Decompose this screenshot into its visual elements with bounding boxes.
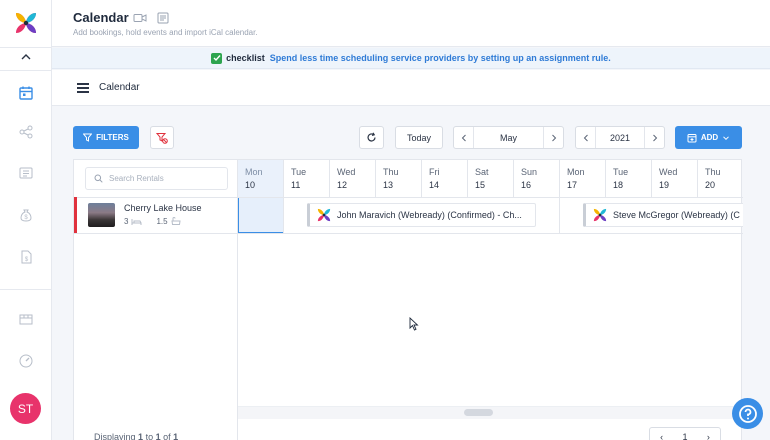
share-nav-icon[interactable] bbox=[16, 122, 36, 142]
booking-bar[interactable]: Steve McGregor (Webready) (C bbox=[583, 203, 743, 227]
checklist-brand: checklist bbox=[226, 53, 265, 63]
rental-thumbnail bbox=[88, 203, 115, 227]
day-header: Mon 10 bbox=[238, 160, 284, 197]
calendar-add-icon bbox=[687, 133, 697, 142]
next-month-button[interactable] bbox=[543, 127, 563, 148]
year-value: 2021 bbox=[609, 132, 631, 143]
search-rentals[interactable] bbox=[85, 167, 228, 190]
money-bag-nav-icon[interactable]: $ bbox=[16, 205, 36, 225]
day-divider bbox=[283, 197, 284, 233]
filters-button[interactable]: FILTERS bbox=[73, 126, 139, 149]
rental-meta: 3 1.5 bbox=[124, 217, 181, 226]
checklist-banner[interactable]: checklist Spend less time scheduling ser… bbox=[52, 48, 770, 69]
beds-count: 3 bbox=[124, 217, 129, 226]
calendar-bar-title: Calendar bbox=[99, 82, 140, 93]
mouse-cursor-icon bbox=[409, 317, 419, 331]
page-title: Calendar bbox=[73, 10, 129, 25]
day-header: Thu 13 bbox=[376, 160, 422, 197]
filter-icon bbox=[83, 133, 93, 142]
chevron-left-icon bbox=[583, 134, 588, 141]
hamburger-menu-icon[interactable] bbox=[77, 83, 89, 93]
day-header: Fri 14 bbox=[422, 160, 468, 197]
notes-icon[interactable] bbox=[156, 11, 170, 25]
help-icon bbox=[738, 404, 757, 423]
month-stepper[interactable]: May bbox=[453, 126, 564, 149]
clear-filter-icon bbox=[156, 132, 168, 144]
month-value: May bbox=[499, 132, 517, 143]
row-divider bbox=[238, 197, 743, 198]
booking-label: John Maravich (Webready) (Confirmed) - C… bbox=[337, 210, 522, 220]
rentals-column: Cherry Lake House 3 1.5 bbox=[74, 160, 238, 440]
search-input[interactable] bbox=[109, 174, 219, 183]
year-stepper[interactable]: 2021 bbox=[575, 126, 665, 149]
baths-count: 1.5 bbox=[156, 217, 168, 226]
speedometer-nav-icon[interactable] bbox=[16, 351, 36, 371]
chevron-left-icon bbox=[461, 134, 466, 141]
scrollbar-thumb[interactable] bbox=[464, 409, 493, 416]
prev-page-icon[interactable]: ‹ bbox=[650, 432, 673, 440]
prev-year-button[interactable] bbox=[576, 127, 596, 148]
pager[interactable]: ‹ 1 › bbox=[649, 427, 721, 440]
bed-icon bbox=[131, 218, 142, 225]
booking-source-icon bbox=[593, 208, 607, 222]
day-header: Wed 19 bbox=[652, 160, 698, 197]
store-nav-icon[interactable] bbox=[16, 309, 36, 329]
collapse-up-icon[interactable] bbox=[16, 47, 36, 67]
refresh-icon bbox=[367, 132, 376, 142]
page-number: 1 bbox=[682, 432, 688, 440]
refresh-button[interactable] bbox=[359, 126, 384, 149]
today-button[interactable]: Today bbox=[395, 126, 443, 149]
add-button[interactable]: ADD bbox=[675, 126, 742, 149]
help-button[interactable] bbox=[732, 398, 763, 429]
row-divider bbox=[74, 233, 238, 234]
chevron-right-icon bbox=[652, 134, 657, 141]
day-header: Wed 12 bbox=[330, 160, 376, 197]
app-logo-icon[interactable] bbox=[13, 10, 39, 36]
filters-label: FILTERS bbox=[96, 133, 129, 142]
side-nav: $ $ ST bbox=[0, 0, 52, 440]
day-header: Sun 16 bbox=[514, 160, 560, 197]
bath-icon bbox=[171, 217, 181, 225]
svg-text:$: $ bbox=[24, 215, 28, 221]
rental-marker bbox=[74, 197, 77, 233]
chevron-down-icon bbox=[723, 135, 730, 140]
booking-bar[interactable]: John Maravich (Webready) (Confirmed) - C… bbox=[307, 203, 536, 227]
calendar-grid: Cherry Lake House 3 1.5 Mon10 Tue11 Wed1… bbox=[73, 159, 743, 440]
video-icon[interactable] bbox=[133, 11, 147, 25]
next-year-button[interactable] bbox=[644, 127, 664, 148]
document-nav-icon[interactable]: $ bbox=[16, 247, 36, 267]
prev-month-button[interactable] bbox=[454, 127, 474, 148]
banner-message[interactable]: Spend less time scheduling service provi… bbox=[270, 53, 611, 63]
user-avatar[interactable]: ST bbox=[10, 393, 41, 424]
search-icon bbox=[94, 174, 103, 183]
day-header: Tue 18 bbox=[606, 160, 652, 197]
day-divider bbox=[559, 197, 560, 233]
day-header: Mon 17 bbox=[560, 160, 606, 197]
row-divider bbox=[238, 233, 743, 234]
booking-label: Steve McGregor (Webready) (C bbox=[613, 210, 740, 220]
add-label: ADD bbox=[700, 133, 719, 142]
day-header: Tue 11 bbox=[284, 160, 330, 197]
calendar-bar: Calendar bbox=[52, 70, 770, 106]
inbox-nav-icon[interactable] bbox=[16, 163, 36, 183]
day-header: Thu 20 bbox=[698, 160, 743, 197]
page-header: Calendar Add bookings, hold events and i… bbox=[52, 0, 770, 47]
rental-row[interactable]: Cherry Lake House 3 1.5 bbox=[74, 197, 238, 233]
day-header: Sat 15 bbox=[468, 160, 514, 197]
rental-name[interactable]: Cherry Lake House bbox=[124, 203, 202, 213]
calendar-nav-icon[interactable] bbox=[16, 83, 36, 103]
booking-source-icon bbox=[317, 208, 331, 222]
checkmark-icon bbox=[211, 52, 223, 64]
days-area: Mon 10 Tue 11 Wed 12 Thu 13 Fri 14 Sat 15 Sun 1… bbox=[238, 160, 743, 440]
svg-text:$: $ bbox=[25, 257, 29, 263]
page-subtitle: Add bookings, hold events and import iCa… bbox=[73, 28, 258, 37]
chevron-right-icon bbox=[551, 134, 556, 141]
pagination-summary: Displaying 1 to 1 of 1 bbox=[94, 432, 179, 440]
next-page-icon[interactable]: › bbox=[697, 432, 720, 440]
clear-filters-button[interactable] bbox=[150, 126, 174, 149]
rail-divider bbox=[0, 70, 52, 71]
rail-divider bbox=[0, 289, 52, 290]
